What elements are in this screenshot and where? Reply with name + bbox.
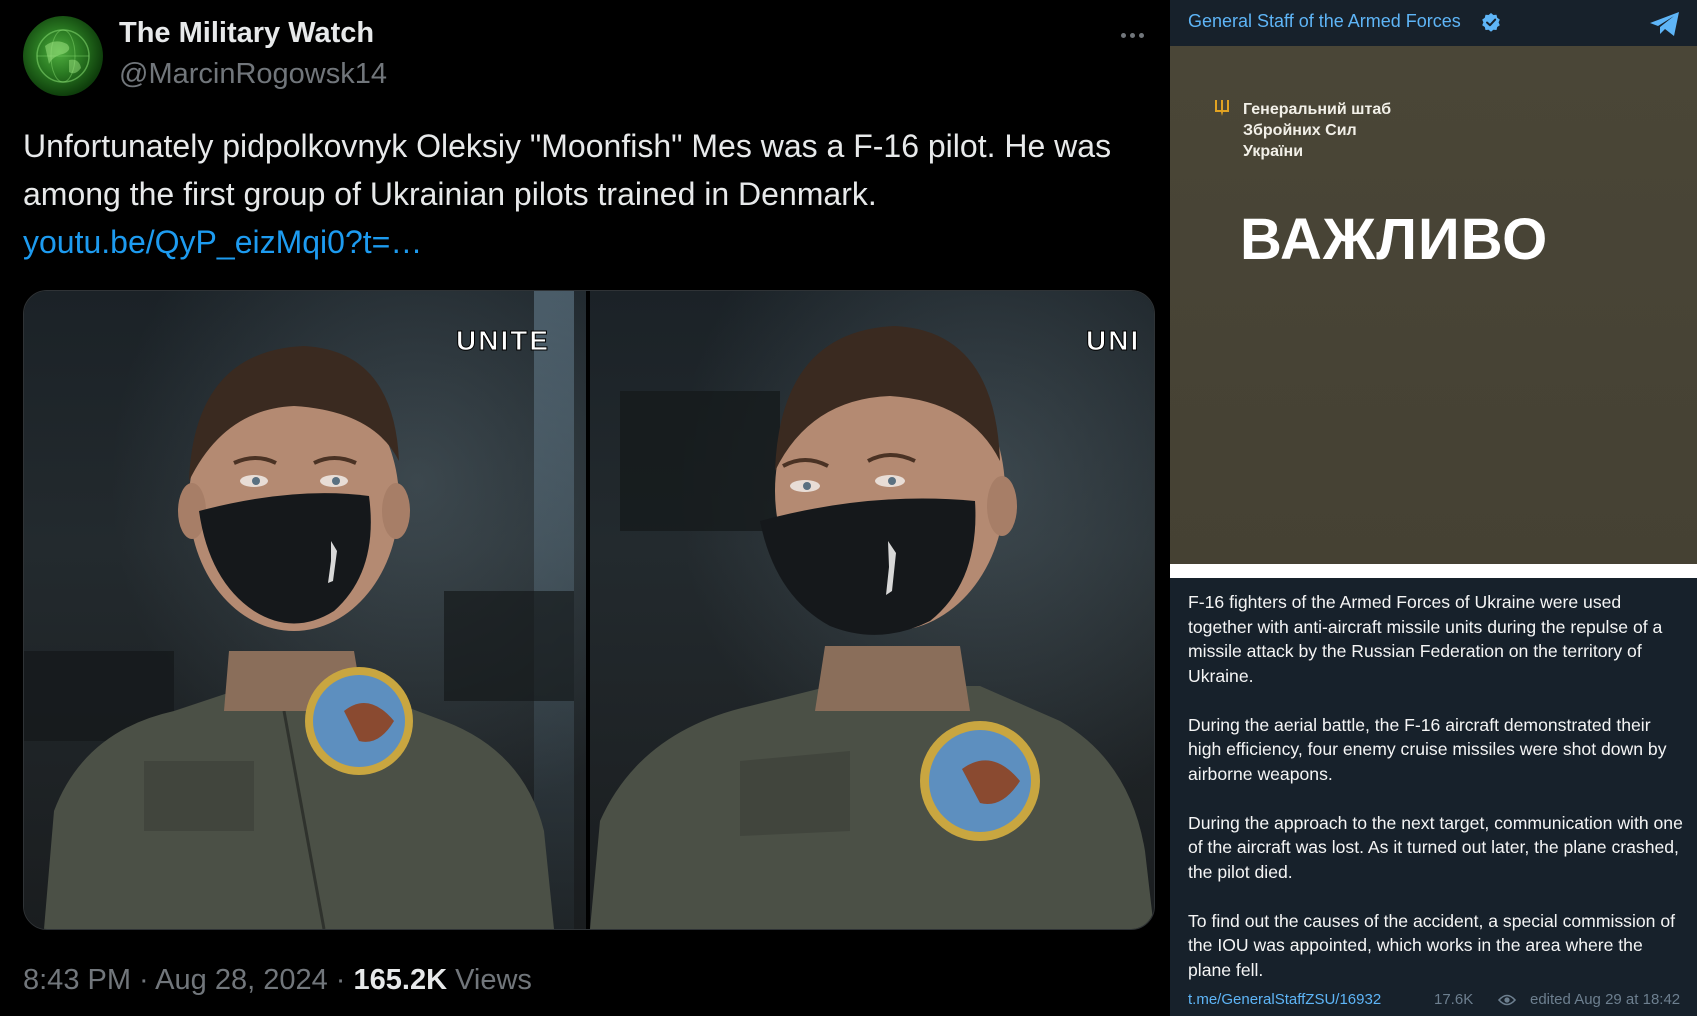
tweet-panel: The Military Watch @MarcinRogowsk14 Unfo… [0, 0, 1170, 1016]
video-frame-left: UNITE [24, 291, 586, 929]
image-bottom-strip [1170, 564, 1697, 578]
trident-icon [1215, 100, 1229, 116]
post-footer: t.me/GeneralStaffZSU/16932 17.6K edited … [1188, 991, 1684, 1011]
views-label: Views [455, 964, 532, 996]
post-views: 17.6K [1434, 991, 1474, 1008]
views-count: 165.2K [353, 964, 448, 996]
video-frame-right: UNI [590, 291, 1154, 929]
tweet-media[interactable]: UNITE UNI [23, 290, 1155, 930]
post-paragraph: During the aerial battle, the F-16 aircr… [1188, 714, 1667, 784]
post-link[interactable]: t.me/GeneralStaffZSU/16932 [1188, 991, 1381, 1008]
post-paragraph: F-16 fighters of the Armed Forces of Ukr… [1188, 592, 1663, 686]
tweet-date[interactable]: Aug 28, 2024 [155, 964, 328, 996]
pilot-image-closeup [590, 326, 1154, 929]
tweet-text: Unfortunately pidpolkovnyk Oleksiy "Moon… [23, 128, 1112, 212]
tweet-metadata: 8:43 PM · Aug 28, 2024 · 165.2K Views [23, 964, 532, 997]
globe-icon [36, 29, 90, 83]
post-image[interactable]: Генеральний штаб Збройних Сил України ВА… [1170, 46, 1697, 564]
user-handle[interactable]: @MarcinRogowsk14 [119, 58, 387, 91]
post-body: F-16 fighters of the Armed Forces of Ukr… [1188, 590, 1684, 1007]
verified-badge-icon [1482, 13, 1500, 32]
meta-separator: · [131, 964, 156, 996]
video-watermark-right: UNI [1085, 325, 1141, 357]
telegram-panel: General Staff of the Armed Forces Генера… [1170, 0, 1697, 1016]
more-dots-icon[interactable] [1112, 20, 1152, 50]
tweet-time[interactable]: 8:43 PM [23, 964, 131, 996]
edited-timestamp: edited Aug 29 at 18:42 [1530, 991, 1681, 1008]
tweet-link[interactable]: youtu.be/QyP_eizMqi0?t=… [23, 218, 422, 266]
avatar[interactable] [23, 16, 103, 96]
meta-separator: · [327, 964, 354, 996]
telegram-plane-icon[interactable] [1648, 10, 1682, 38]
org-label: Генеральний штаб Збройних Сил України [1243, 101, 1392, 160]
post-paragraph: During the approach to the next target, … [1188, 812, 1683, 882]
telegram-header: General Staff of the Armed Forces [1170, 0, 1697, 46]
post-paragraph: To find out the causes of the accident, … [1188, 910, 1676, 980]
pilot-image [24, 346, 574, 929]
eye-icon [1498, 994, 1516, 1006]
video-watermark-left: UNITE [456, 325, 550, 357]
image-headline: ВАЖЛИВО [1240, 207, 1549, 272]
tweet-text-block: Unfortunately pidpolkovnyk Oleksiy "Moon… [23, 122, 1153, 266]
channel-name[interactable]: General Staff of the Armed Forces [1188, 11, 1461, 32]
display-name[interactable]: The Military Watch [119, 17, 374, 50]
